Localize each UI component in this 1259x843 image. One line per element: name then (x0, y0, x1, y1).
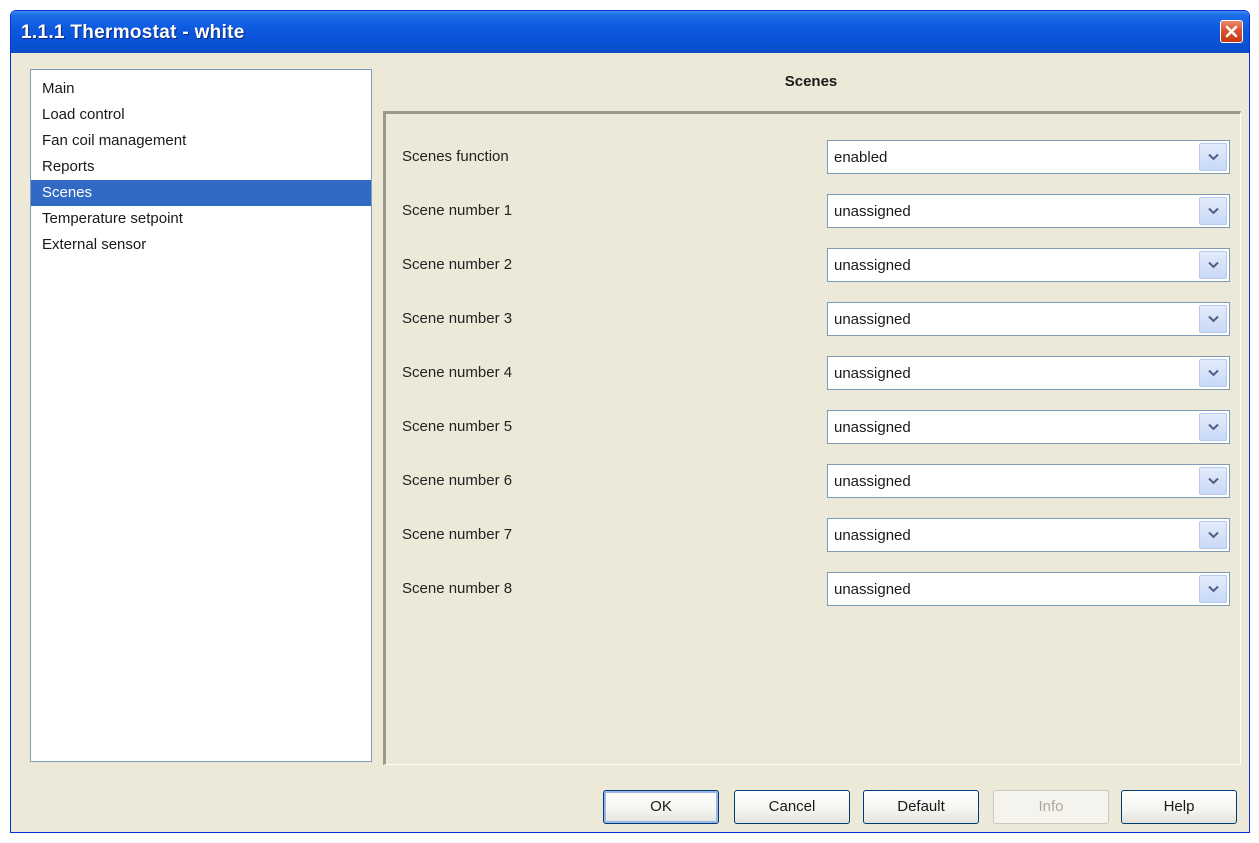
chevron-down-icon (1207, 423, 1219, 431)
scene-number-5-select[interactable]: unassigned (827, 410, 1230, 444)
select-value: unassigned (834, 365, 911, 382)
chevron-down-icon (1207, 585, 1219, 593)
nav-item-scenes[interactable]: Scenes (31, 180, 371, 206)
window-title: 1.1.1 Thermostat - white (21, 22, 245, 43)
chevron-down-icon (1207, 207, 1219, 215)
dropdown-button[interactable] (1199, 143, 1227, 171)
param-row-scene-4: Scene number 4 unassigned (402, 356, 1232, 392)
dropdown-button[interactable] (1199, 251, 1227, 279)
select-value: unassigned (834, 203, 911, 220)
close-button[interactable] (1220, 20, 1243, 43)
param-row-scene-7: Scene number 7 unassigned (402, 518, 1232, 554)
dropdown-button[interactable] (1199, 305, 1227, 333)
nav-item-temperature-setpoint[interactable]: Temperature setpoint (31, 206, 371, 232)
select-value: unassigned (834, 257, 911, 274)
param-label: Scene number 3 (402, 310, 513, 327)
scene-number-3-select[interactable]: unassigned (827, 302, 1230, 336)
help-button-label: Help (1163, 798, 1195, 815)
chevron-down-icon (1207, 531, 1219, 539)
param-label: Scene number 8 (402, 580, 513, 597)
ok-button[interactable]: OK (603, 790, 719, 824)
dropdown-button[interactable] (1199, 197, 1227, 225)
nav-item-reports[interactable]: Reports (31, 154, 371, 180)
param-row-scene-1: Scene number 1 unassigned (402, 194, 1232, 230)
scene-number-4-select[interactable]: unassigned (827, 356, 1230, 390)
scene-number-8-select[interactable]: unassigned (827, 572, 1230, 606)
param-label: Scene number 5 (402, 418, 513, 435)
select-value: unassigned (834, 473, 911, 490)
chevron-down-icon (1207, 315, 1219, 323)
close-icon (1225, 25, 1238, 38)
chevron-down-icon (1207, 153, 1219, 161)
chevron-down-icon (1207, 369, 1219, 377)
panel-title: Scenes (784, 73, 838, 90)
chevron-down-icon (1207, 477, 1219, 485)
parameters-panel: Scenes function enabled Scene number 1 u… (383, 111, 1241, 765)
nav-item-external-sensor[interactable]: External sensor (31, 232, 371, 258)
nav-item-load-control[interactable]: Load control (31, 102, 371, 128)
select-value: unassigned (834, 311, 911, 328)
param-row-scenes-function: Scenes function enabled (402, 140, 1232, 176)
dropdown-button[interactable] (1199, 413, 1227, 441)
chevron-down-icon (1207, 261, 1219, 269)
cancel-button[interactable]: Cancel (734, 790, 850, 824)
scene-number-1-select[interactable]: unassigned (827, 194, 1230, 228)
param-label: Scene number 2 (402, 256, 513, 273)
scenes-function-select[interactable]: enabled (827, 140, 1230, 174)
info-button[interactable]: Info (993, 790, 1109, 824)
title-bar[interactable]: 1.1.1 Thermostat - white (11, 11, 1249, 53)
dropdown-button[interactable] (1199, 467, 1227, 495)
param-row-scene-5: Scene number 5 unassigned (402, 410, 1232, 446)
param-row-scene-8: Scene number 8 unassigned (402, 572, 1232, 608)
param-row-scene-2: Scene number 2 unassigned (402, 248, 1232, 284)
param-row-scene-3: Scene number 3 unassigned (402, 302, 1232, 338)
thermostat-dialog: 1.1.1 Thermostat - white Main Load contr… (10, 10, 1250, 833)
dropdown-button[interactable] (1199, 521, 1227, 549)
scene-number-7-select[interactable]: unassigned (827, 518, 1230, 552)
param-label: Scenes function (402, 148, 509, 165)
help-button[interactable]: Help (1121, 790, 1237, 824)
select-value: unassigned (834, 527, 911, 544)
nav-item-fan-coil-management[interactable]: Fan coil management (31, 128, 371, 154)
param-label: Scene number 6 (402, 472, 513, 489)
select-value: enabled (834, 149, 888, 166)
select-value: unassigned (834, 581, 911, 598)
dropdown-button[interactable] (1199, 359, 1227, 387)
param-label: Scene number 1 (402, 202, 513, 219)
param-label: Scene number 7 (402, 526, 513, 543)
param-row-scene-6: Scene number 6 unassigned (402, 464, 1232, 500)
scene-number-2-select[interactable]: unassigned (827, 248, 1230, 282)
nav-item-main[interactable]: Main (31, 76, 371, 102)
default-button-label: Default (897, 798, 945, 815)
parameter-category-list[interactable]: Main Load control Fan coil management Re… (30, 69, 372, 762)
scene-number-6-select[interactable]: unassigned (827, 464, 1230, 498)
default-button[interactable]: Default (863, 790, 979, 824)
dropdown-button[interactable] (1199, 575, 1227, 603)
param-label: Scene number 4 (402, 364, 513, 381)
select-value: unassigned (834, 419, 911, 436)
